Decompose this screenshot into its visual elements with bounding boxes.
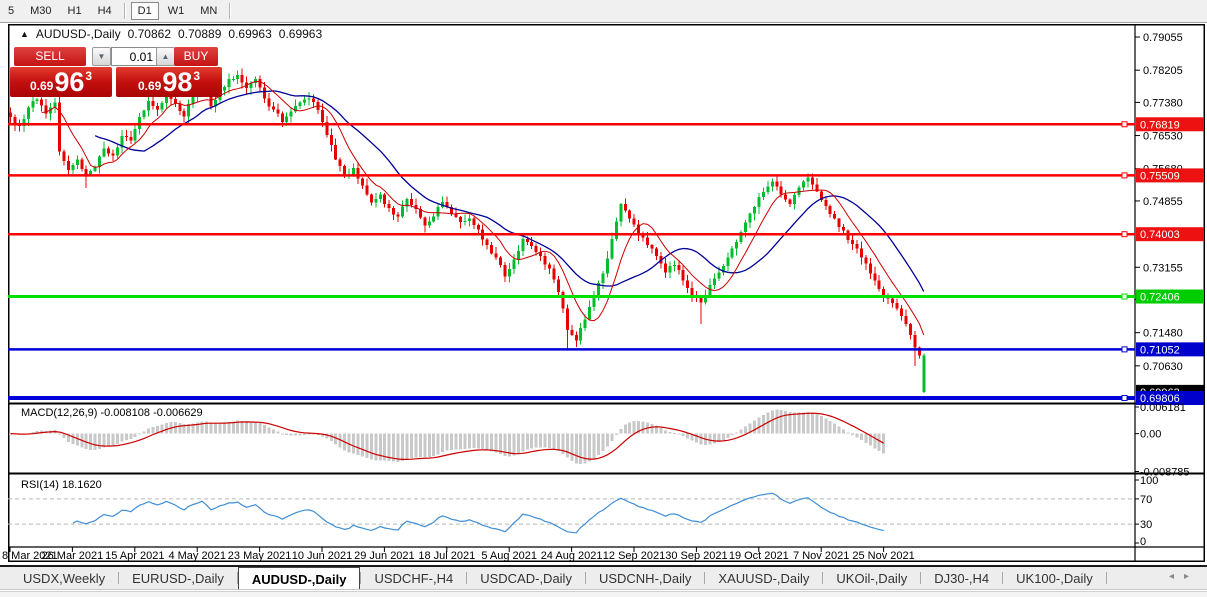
date-label: 30 Sep 2021 <box>665 550 727 562</box>
buy-price-sup: 3 <box>193 69 200 83</box>
price-scale-tick: 0.70630 <box>1143 361 1183 373</box>
svg-text:0.76819: 0.76819 <box>1140 119 1180 131</box>
quote-low: 0.69963 <box>228 27 271 41</box>
price-level-chip[interactable]: 0.74003 <box>1136 227 1204 241</box>
horizontal-level-lines[interactable] <box>8 122 1135 401</box>
quote-high: 0.70889 <box>178 27 221 41</box>
buy-button[interactable]: BUY <box>174 47 218 66</box>
macd-scale-tick: 0.006181 <box>1140 402 1186 414</box>
chart-tab-usdx-weekly[interactable]: USDX,Weekly <box>10 567 118 589</box>
chart-tab-usdchf-h4[interactable]: USDCHF-,H4 <box>361 567 466 589</box>
svg-text:0.72406: 0.72406 <box>1140 292 1180 304</box>
chart-tab-bar: USDX,WeeklyEURUSD-,DailyAUDUSD-,DailyUSD… <box>0 565 1207 590</box>
chart-symbol-label: AUDUSD-,Daily <box>36 27 121 41</box>
price-level-chip[interactable]: 0.75509 <box>1136 168 1204 182</box>
sell-price-sup: 3 <box>85 69 92 83</box>
price-scale-tick: 0.71480 <box>1143 328 1183 340</box>
chart-tab-dj30-h4[interactable]: DJ30-,H4 <box>921 567 1002 589</box>
price-scale-tick: 0.76530 <box>1143 131 1183 143</box>
tab-scroll-left-button[interactable]: ◂ <box>1169 571 1184 582</box>
mt4-terminal: 5M30H1H4D1W1MN 0.790550.782050.773800.76… <box>0 0 1207 597</box>
svg-text:0.71052: 0.71052 <box>1140 344 1180 356</box>
sell-price-big: 96 <box>54 67 84 98</box>
rsi-panel-content <box>8 493 1135 533</box>
date-label: 12 Sep 2021 <box>603 550 665 562</box>
svg-text:0.75509: 0.75509 <box>1140 170 1180 182</box>
price-scale-tick: 0.79055 <box>1143 32 1183 44</box>
chart-tab-ukoil-daily[interactable]: UKOil-,Daily <box>823 567 920 589</box>
date-label: 7 Nov 2021 <box>793 550 849 562</box>
volume-decrease-button[interactable]: ▼ <box>92 47 111 66</box>
buy-price-big: 98 <box>162 67 192 98</box>
macd-indicator-label: MACD(12,26,9) -0.008108 -0.006629 <box>21 407 203 419</box>
chart-tab-xauusd-daily[interactable]: XAUUSD-,Daily <box>705 567 822 589</box>
chart-tab-usdcad-daily[interactable]: USDCAD-,Daily <box>467 567 585 589</box>
chart-tab-usdcnh-daily[interactable]: USDCNH-,Daily <box>586 567 704 589</box>
date-label: 10 Jun 2021 <box>292 550 353 562</box>
rsi-scale-tick: 70 <box>1140 494 1152 506</box>
collapse-arrow-icon[interactable]: ▲ <box>20 29 29 39</box>
indicator-scales: 0.0061810.00-0.00878510070300 <box>1135 402 1190 548</box>
price-scale-tick: 0.78205 <box>1143 65 1183 77</box>
chart-tab-uk100-daily[interactable]: UK100-,Daily <box>1003 567 1106 589</box>
price-scale-tick: 0.77380 <box>1143 97 1183 109</box>
rsi-scale-tick: 0 <box>1140 536 1146 548</box>
date-label: 19 Oct 2021 <box>729 550 789 562</box>
chart-tab-eurusd-daily[interactable]: EURUSD-,Daily <box>119 567 237 589</box>
date-label: 15 Apr 2021 <box>105 550 164 562</box>
rsi-scale-tick: 30 <box>1140 519 1152 531</box>
one-click-trading-panel: SELL ▼ ▲ BUY 0.69 96 3 0.69 98 3 <box>10 45 224 98</box>
tab-separator <box>1106 572 1107 584</box>
macd-scale-tick: 0.00 <box>1140 429 1161 441</box>
chart-tab-audusd-daily[interactable]: AUDUSD-,Daily <box>238 567 361 589</box>
price-level-chip[interactable]: 0.71052 <box>1136 342 1204 356</box>
rsi-scale-tick: 100 <box>1140 475 1158 487</box>
buy-price-prefix: 0.69 <box>138 79 161 93</box>
sell-price-display[interactable]: 0.69 96 3 <box>10 67 112 97</box>
date-label: 25 Nov 2021 <box>852 550 914 562</box>
date-label: 26 Mar 2021 <box>42 550 104 562</box>
date-axis[interactable]: 8 Mar 202126 Mar 202115 Apr 20214 May 20… <box>2 547 915 562</box>
tab-scroll-right-button[interactable]: ▸ <box>1184 571 1199 582</box>
date-label: 23 May 2021 <box>228 550 292 562</box>
quote-close: 0.69963 <box>279 27 322 41</box>
sell-button[interactable]: SELL <box>14 47 86 66</box>
buy-price-display[interactable]: 0.69 98 3 <box>116 67 222 97</box>
price-scale-tick: 0.74855 <box>1143 196 1183 208</box>
rsi-indicator-label: RSI(14) 18.1620 <box>21 479 102 491</box>
sell-price-prefix: 0.69 <box>30 79 53 93</box>
price-level-chip[interactable]: 0.72406 <box>1136 290 1204 304</box>
price-scale-tick: 0.73155 <box>1143 262 1183 274</box>
quote-open: 0.70862 <box>128 27 171 41</box>
chart-title: ▲ AUDUSD-,Daily 0.70862 0.70889 0.69963 … <box>20 27 322 41</box>
date-label: 18 Jul 2021 <box>418 550 475 562</box>
price-level-chip[interactable]: 0.76819 <box>1136 117 1204 131</box>
volume-input[interactable] <box>111 47 158 66</box>
date-label: 24 Aug 2021 <box>541 550 603 562</box>
date-label: 5 Aug 2021 <box>481 550 537 562</box>
date-label: 4 May 2021 <box>168 550 225 562</box>
price-scale[interactable]: 0.790550.782050.773800.765300.756800.748… <box>1135 32 1204 405</box>
tab-scroll-arrows: ◂▸ <box>1169 571 1199 582</box>
volume-increase-button[interactable]: ▲ <box>156 47 175 66</box>
date-label: 29 Jun 2021 <box>354 550 415 562</box>
svg-text:0.74003: 0.74003 <box>1140 229 1180 241</box>
